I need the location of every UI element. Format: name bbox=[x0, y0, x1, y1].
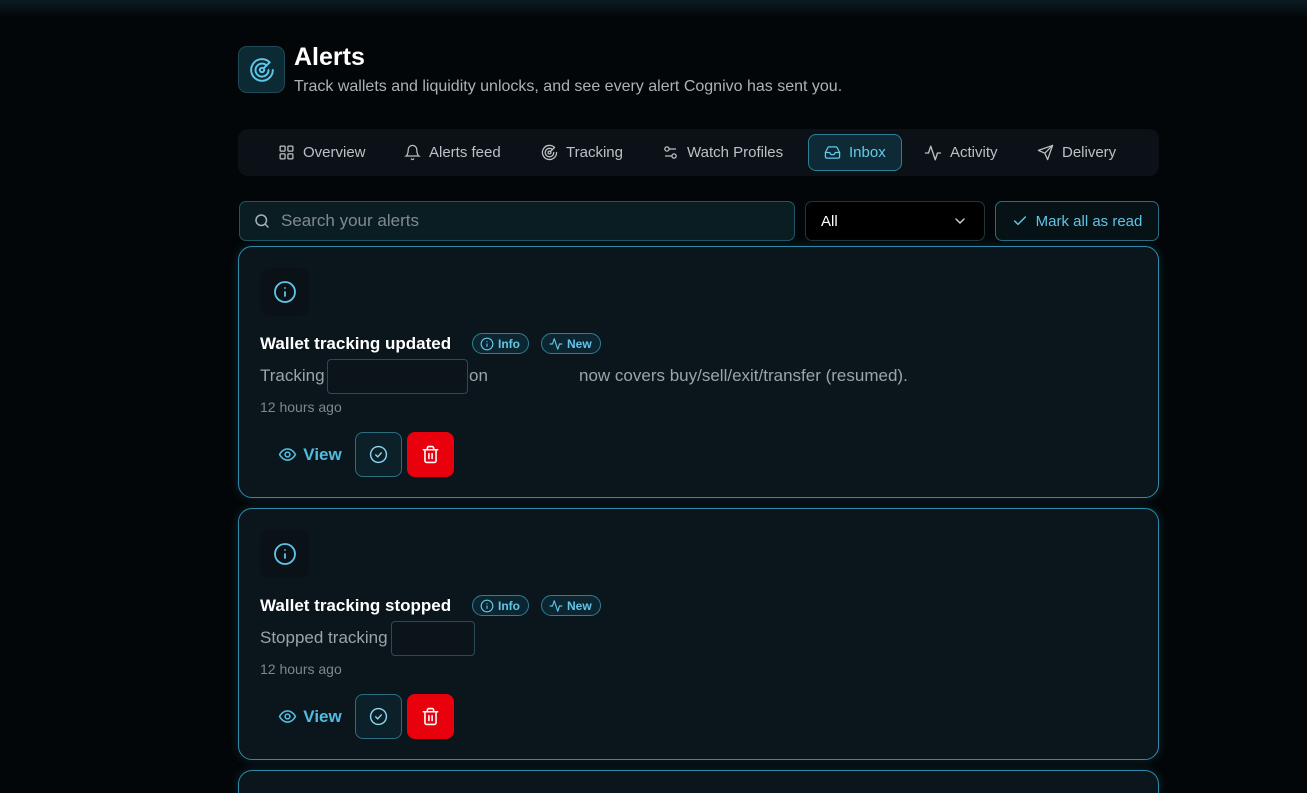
tab-watch-profiles[interactable]: Watch Profiles bbox=[646, 134, 799, 171]
alert-message: Stopped tracking bbox=[260, 628, 388, 648]
message-part: on bbox=[469, 366, 488, 385]
chevron-down-icon bbox=[955, 218, 965, 224]
info-badge: Info bbox=[472, 333, 529, 354]
trash-icon bbox=[422, 445, 439, 464]
radar-icon bbox=[238, 46, 285, 93]
alert-message: Tracking on now covers buy/sell/exit/tra… bbox=[260, 366, 908, 386]
page-subtitle: Track wallets and liquidity unlocks, and… bbox=[294, 78, 843, 95]
search-input[interactable] bbox=[281, 211, 761, 231]
tab-label: Overview bbox=[303, 144, 366, 161]
redacted-wallet bbox=[391, 621, 475, 656]
tab-delivery[interactable]: Delivery bbox=[1021, 134, 1132, 171]
delete-button[interactable] bbox=[407, 432, 454, 477]
target-icon bbox=[541, 144, 558, 161]
message-part: Stopped tracking bbox=[260, 628, 388, 647]
page-title: Alerts bbox=[294, 43, 365, 71]
message-part: Tracking bbox=[260, 366, 325, 385]
mark-read-button[interactable] bbox=[355, 694, 402, 739]
info-icon bbox=[260, 268, 309, 316]
grid-icon bbox=[279, 145, 294, 160]
badge-label: Info bbox=[498, 336, 520, 351]
eye-icon bbox=[278, 710, 297, 723]
alert-time: 12 hours ago bbox=[260, 661, 342, 677]
mark-all-read-button[interactable]: Mark all as read bbox=[995, 201, 1159, 241]
activity-icon bbox=[924, 145, 942, 160]
send-icon bbox=[1037, 144, 1054, 161]
bell-icon bbox=[404, 144, 421, 161]
activity-icon bbox=[549, 337, 563, 350]
tab-activity[interactable]: Activity bbox=[908, 134, 1014, 171]
view-button[interactable]: View bbox=[260, 694, 360, 739]
eye-icon bbox=[278, 448, 297, 461]
info-badge: Info bbox=[472, 595, 529, 616]
alert-card: Wallet tracking stopped Info New Stopped… bbox=[238, 508, 1159, 760]
alert-time: 12 hours ago bbox=[260, 399, 342, 415]
badge-label: New bbox=[567, 336, 592, 351]
tab-label: Alerts feed bbox=[429, 144, 501, 161]
new-badge: New bbox=[541, 333, 601, 354]
check-circle-icon bbox=[369, 707, 388, 726]
filter-selected-value: All bbox=[821, 212, 838, 230]
mark-read-button[interactable] bbox=[355, 432, 402, 477]
alert-title: Wallet tracking updated bbox=[260, 334, 452, 353]
badge-label: Info bbox=[498, 598, 520, 613]
mark-all-label: Mark all as read bbox=[1035, 212, 1143, 230]
filter-select[interactable]: All bbox=[805, 201, 985, 241]
inbox-icon bbox=[824, 146, 841, 159]
alert-title: Wallet tracking stopped bbox=[260, 596, 452, 615]
tab-label: Delivery bbox=[1062, 144, 1117, 161]
tab-label: Watch Profiles bbox=[687, 144, 784, 161]
search-icon bbox=[255, 214, 269, 228]
info-icon bbox=[480, 337, 494, 350]
view-button[interactable]: View bbox=[260, 432, 360, 477]
activity-icon bbox=[549, 599, 563, 612]
tab-tracking[interactable]: Tracking bbox=[525, 134, 639, 171]
alert-card bbox=[238, 770, 1159, 793]
page-header: Alerts Track wallets and liquidity unloc… bbox=[238, 43, 1159, 96]
badge-label: New bbox=[567, 598, 592, 613]
sliders-icon bbox=[664, 146, 677, 159]
tab-label: Tracking bbox=[566, 144, 623, 161]
view-label: View bbox=[303, 706, 342, 726]
message-part: now covers buy/sell/exit/transfer (resum… bbox=[579, 366, 908, 385]
view-label: View bbox=[303, 444, 342, 464]
tab-alerts-feed[interactable]: Alerts feed bbox=[388, 134, 517, 171]
info-icon bbox=[480, 599, 494, 612]
check-icon bbox=[1013, 216, 1026, 226]
tab-label: Inbox bbox=[849, 144, 886, 161]
delete-button[interactable] bbox=[407, 694, 454, 739]
alert-card: Wallet tracking updated Info New Trackin… bbox=[238, 246, 1159, 498]
info-icon bbox=[260, 530, 309, 578]
search-box bbox=[239, 201, 795, 241]
check-circle-icon bbox=[369, 445, 388, 464]
tab-inbox[interactable]: Inbox bbox=[808, 134, 902, 171]
new-badge: New bbox=[541, 595, 601, 616]
top-glow bbox=[0, 0, 1307, 18]
tab-label: Activity bbox=[950, 144, 998, 161]
tab-overview[interactable]: Overview bbox=[262, 134, 382, 171]
tab-bar: Overview Alerts feed Tracking Watch Prof… bbox=[238, 129, 1159, 176]
redacted-wallet bbox=[327, 359, 468, 394]
trash-icon bbox=[422, 707, 439, 726]
